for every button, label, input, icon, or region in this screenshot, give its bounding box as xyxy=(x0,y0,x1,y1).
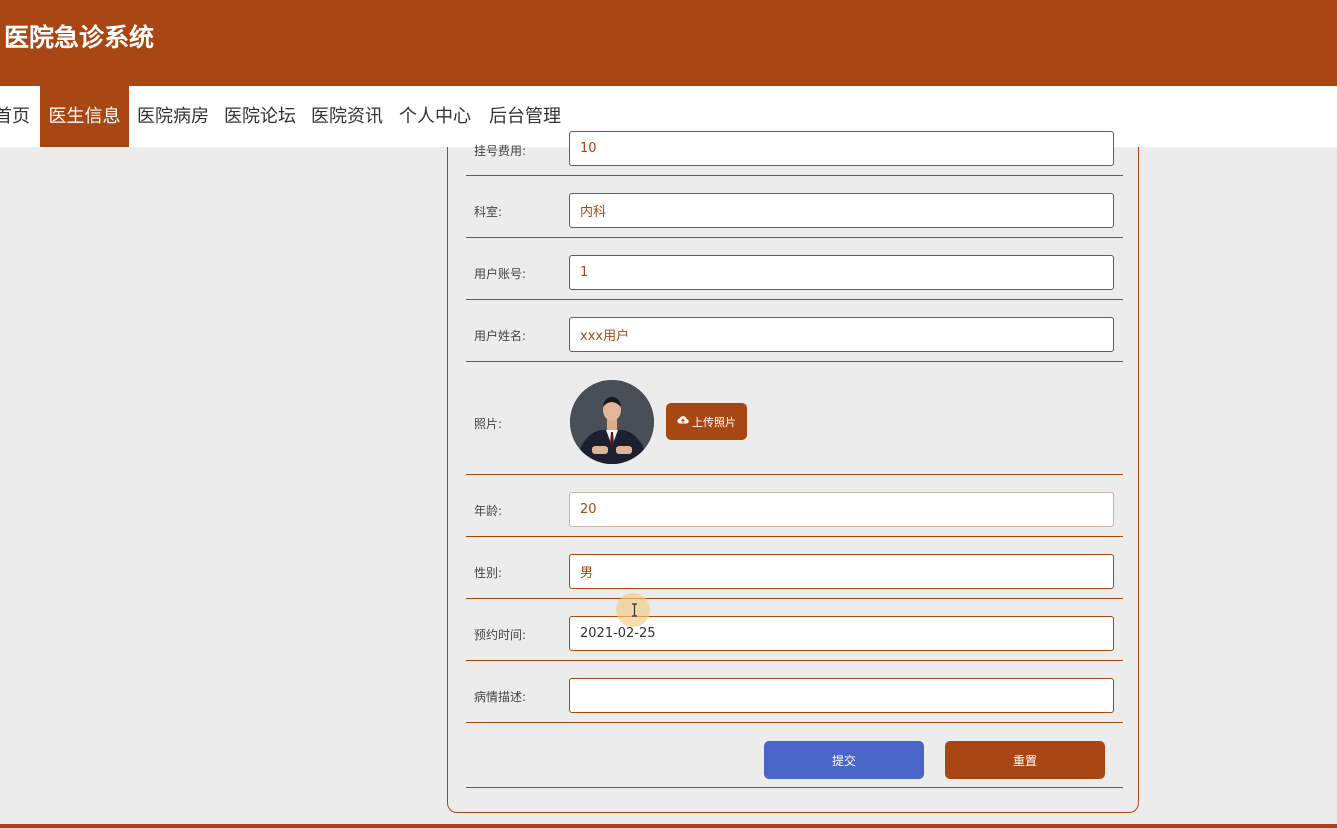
form-row-department: 科室: xyxy=(466,176,1123,238)
form-row-actions: 提交 重置 xyxy=(466,723,1123,788)
age-label: 年龄: xyxy=(474,504,503,518)
gender-input[interactable] xyxy=(569,554,1114,589)
appointment-label: 预约时间: xyxy=(474,628,527,642)
reset-button[interactable]: 重置 xyxy=(945,741,1105,779)
fee-input[interactable] xyxy=(569,131,1114,166)
form-row-fee: 挂号费用: xyxy=(466,131,1123,176)
doctor-photo xyxy=(570,380,654,464)
gender-label: 性别: xyxy=(474,566,503,580)
nav-item-forum[interactable]: 医院论坛 xyxy=(221,86,299,147)
footer-bar xyxy=(0,824,1337,828)
appointment-date-input[interactable] xyxy=(569,616,1114,651)
description-label: 病情描述: xyxy=(474,690,527,704)
form-row-gender: 性别: xyxy=(466,537,1123,599)
department-label: 科室: xyxy=(474,205,503,219)
department-input[interactable] xyxy=(569,193,1114,228)
photo-label: 照片: xyxy=(474,417,503,431)
nav-item-admin[interactable]: 后台管理 xyxy=(486,86,564,147)
username-label: 用户姓名: xyxy=(474,329,527,343)
upload-photo-label: 上传照片 xyxy=(692,415,736,429)
nav-item-wards[interactable]: 医院病房 xyxy=(134,86,212,147)
nav-item-doctor-info[interactable]: 医生信息 xyxy=(40,86,129,147)
form-row-photo: 照片: 上传照片 xyxy=(466,362,1123,475)
submit-button[interactable]: 提交 xyxy=(764,741,924,779)
age-input[interactable] xyxy=(569,492,1114,527)
username-input[interactable] xyxy=(569,317,1114,352)
cloud-upload-icon xyxy=(677,415,689,428)
text-cursor-icon xyxy=(632,603,637,617)
doctor-booking-form: 挂号费用: 科室: 用户账号: 用户姓名: 照片: xyxy=(447,131,1139,813)
nav-item-news[interactable]: 医院资讯 xyxy=(308,86,386,147)
form-row-age: 年龄: xyxy=(466,475,1123,537)
nav-item-personal-center[interactable]: 个人中心 xyxy=(396,86,474,147)
nav-item-home[interactable]: 首页 xyxy=(0,86,32,147)
site-header: 医院急诊系统 xyxy=(0,0,1337,86)
form-row-username: 用户姓名: xyxy=(466,300,1123,362)
form-row-description: 病情描述: xyxy=(466,661,1123,723)
upload-photo-button[interactable]: 上传照片 xyxy=(666,403,747,440)
account-input[interactable] xyxy=(569,255,1114,290)
form-row-appointment: 预约时间: xyxy=(466,599,1123,661)
form-row-account: 用户账号: xyxy=(466,238,1123,300)
account-label: 用户账号: xyxy=(474,267,527,281)
fee-label: 挂号费用: xyxy=(474,144,527,158)
description-input[interactable] xyxy=(569,678,1114,713)
site-title: 医院急诊系统 xyxy=(4,23,155,52)
